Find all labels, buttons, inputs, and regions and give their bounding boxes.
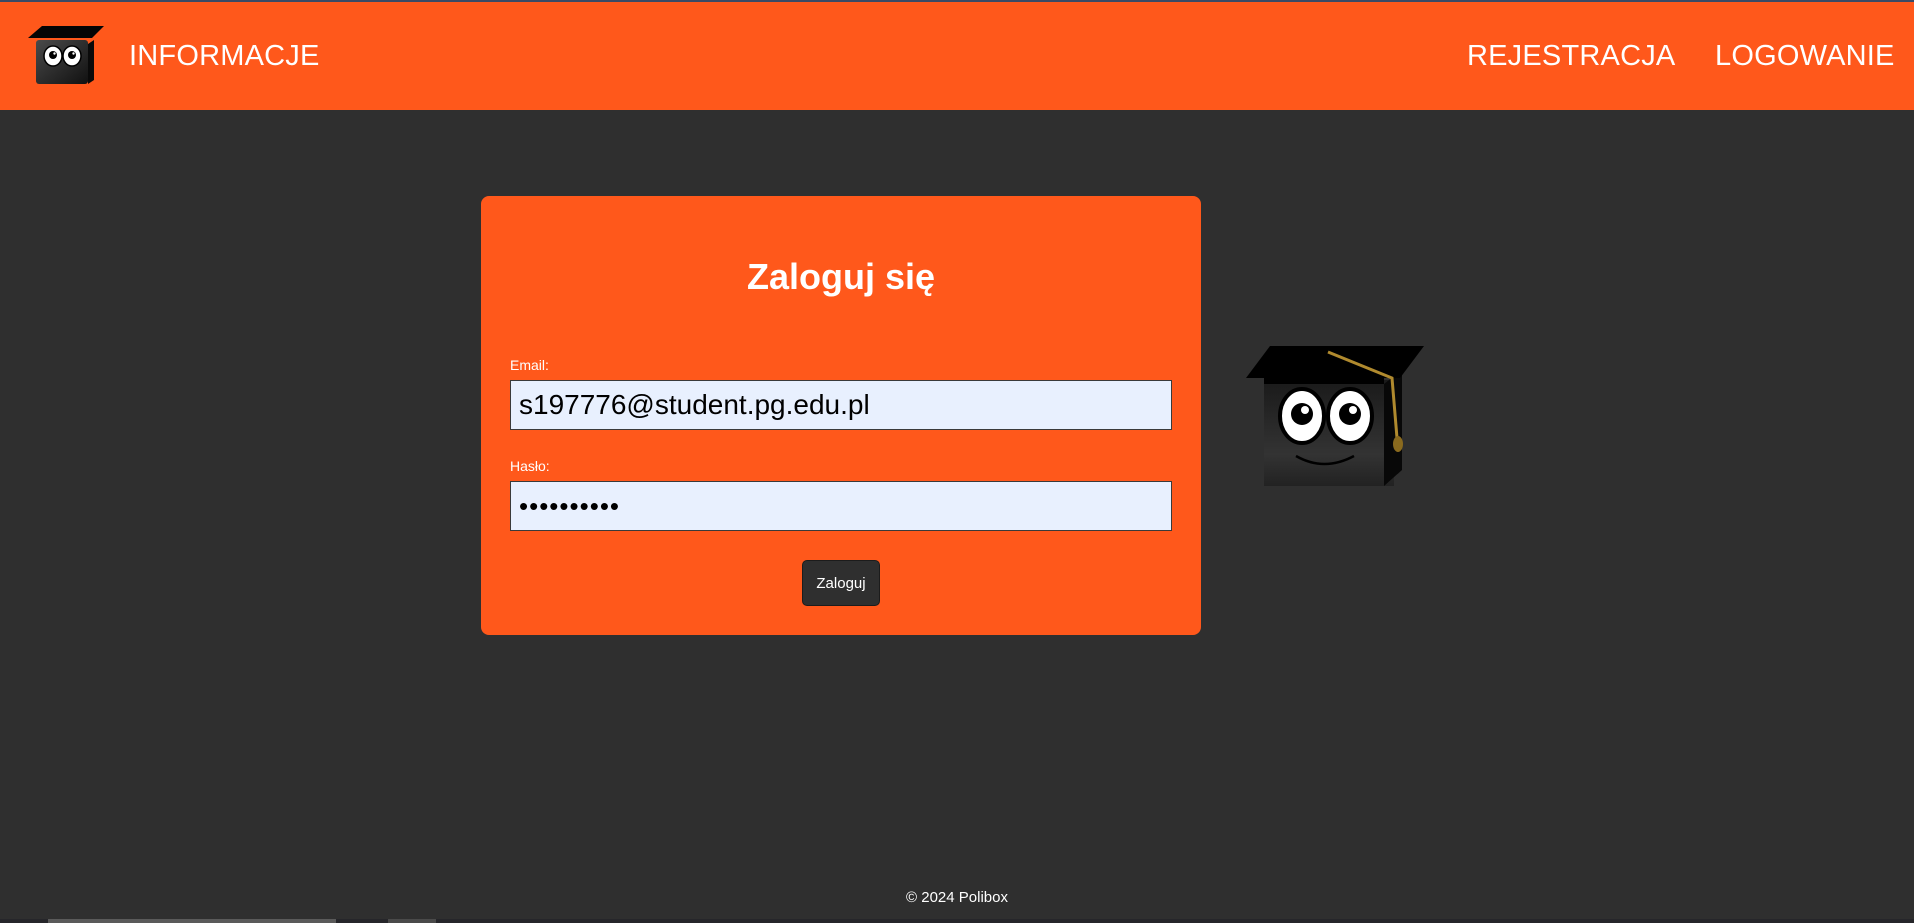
mascot-graduation-cap-icon — [1246, 346, 1424, 486]
nav-link-logowanie[interactable]: LOGOWANIE — [1715, 40, 1895, 73]
scrollbar-segment — [48, 919, 336, 923]
login-title: Zaloguj się — [746, 256, 936, 297]
nav-link-rejestracja[interactable]: REJESTRACJA — [1467, 40, 1675, 73]
footer-copyright: © 2024 Polibox — [906, 889, 1008, 906]
password-field[interactable] — [510, 481, 1172, 531]
email-label: Email: — [510, 357, 549, 373]
nav-link-informacje[interactable]: INFORMACJE — [129, 40, 320, 73]
email-field[interactable] — [510, 380, 1172, 430]
top-navbar: INFORMACJE REJESTRACJA LOGOWANIE — [0, 2, 1914, 110]
login-card: Zaloguj się Email: Hasło: Zaloguj — [481, 196, 1201, 635]
bottom-scrollbar — [0, 919, 1914, 923]
login-button[interactable]: Zaloguj — [802, 560, 880, 606]
mascot-logo-icon[interactable] — [28, 24, 104, 84]
password-label: Hasło: — [510, 458, 550, 474]
scrollbar-segment — [388, 919, 436, 923]
